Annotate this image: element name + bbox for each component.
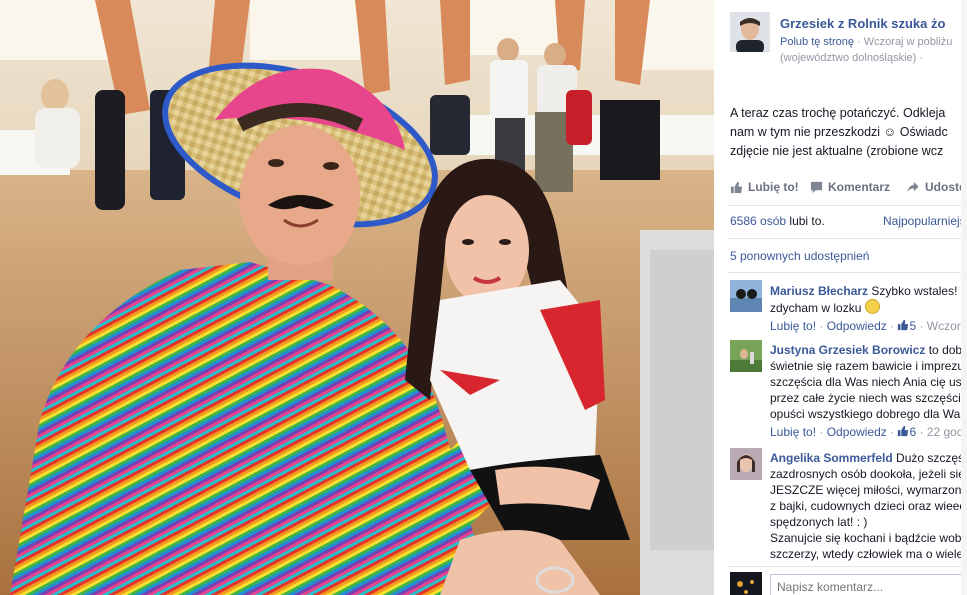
post-header: Grzesiek z Rolnik szuka żo Polub tę stro…: [730, 12, 967, 72]
comment-reply-link[interactable]: Odpowiedz: [827, 319, 887, 333]
comment-reply-link[interactable]: Odpowiedz: [827, 425, 887, 439]
comment-button-label: Komentarz: [828, 180, 891, 194]
commenter-avatar[interactable]: [730, 340, 762, 372]
comment-text: Dużo szczęś: [892, 451, 965, 465]
shares-link[interactable]: 5 ponownych udostępnień: [730, 249, 869, 263]
post-sidebar: Grzesiek z Rolnik szuka żo Polub tę stro…: [714, 0, 967, 595]
comment-text: JESZCZE więcej miłości, wymarzon: [770, 483, 962, 497]
likes-summary: 6586 osób lubi to. Najpopularniejs: [730, 214, 967, 228]
photo-illustration: [0, 0, 714, 595]
photo[interactable]: [0, 0, 714, 595]
comment-text: szczerzy, wtedy człowiek ma o wiele l: [770, 547, 967, 561]
comment-body: Mariusz Błecharz Szybko wstales! zdycham…: [770, 282, 967, 334]
photo-viewer: Grzesiek z Rolnik szuka żo Polub tę stro…: [0, 0, 967, 595]
comment-text: Szybko wstales!: [871, 284, 961, 298]
comment-text: przez całe życie niech was szczęście: [770, 391, 967, 405]
post-text: A teraz czas trochę potańczyć. Odkleja n…: [730, 104, 967, 161]
comment-actions: Lubię to! · Odpowiedz · 6 · 22 god: [770, 425, 964, 439]
comment-text: zazdrosnych osób dookoła, jeżeli się: [770, 467, 965, 481]
comment-button[interactable]: Komentarz: [810, 180, 890, 194]
speech-bubble-icon: [810, 181, 823, 193]
commenter-avatar[interactable]: [730, 280, 762, 312]
current-user-avatar: [730, 572, 762, 595]
avatar-image: [730, 448, 762, 480]
post-region: (województwo dolnośląskie) ·: [780, 52, 924, 64]
thumbs-up-icon: [898, 319, 909, 331]
divider: [728, 238, 967, 239]
like-button-label: Lubię to!: [748, 180, 799, 194]
post-text-line: nam w tym nie przeszkodzi ☺ Oświadc: [730, 125, 948, 139]
share-button-label: Udostę: [925, 180, 966, 194]
divider: [728, 566, 967, 567]
thumbs-up-icon: [730, 181, 743, 193]
comment-text: opuści wszystkiego dobrego dla Wa: [770, 407, 961, 421]
comment-time[interactable]: 22 god: [927, 425, 964, 439]
comment-composer: [728, 570, 967, 595]
post-time-location[interactable]: Wczoraj w pobliżu: [864, 36, 953, 48]
comment-input[interactable]: [770, 574, 967, 595]
comment-like-link[interactable]: Lubię to!: [770, 425, 816, 439]
divider: [728, 272, 967, 273]
page-name[interactable]: Grzesiek z Rolnik szuka żo: [780, 16, 945, 31]
like-button[interactable]: Lubię to!: [730, 180, 799, 194]
comment-body: Justyna Grzesiek Borowicz to dobrz świet…: [770, 342, 967, 440]
comment-text: szczęścia dla Was niech Ania cię us: [770, 375, 962, 389]
post-text-line: A teraz czas trochę potańczyć. Odkleja: [730, 106, 946, 120]
scrollbar[interactable]: [961, 0, 967, 595]
share-arrow-icon: [907, 181, 919, 192]
post-meta: Polub tę stronę · Wczoraj w pobliżu: [780, 36, 952, 48]
comment-actions: Lubię to! · Odpowiedz · 5 · Wczora: [770, 319, 967, 333]
post-actions: Lubię to! Komentarz Udostę: [730, 180, 967, 200]
avatar-image: [730, 340, 762, 372]
comment-text: świetnie się razem bawicie i imprezu: [770, 359, 965, 373]
comment-body: Angelika Sommerfeld Dużo szczęś zazdrosn…: [770, 450, 967, 562]
comment-text: spędzonych lat! : ): [770, 515, 868, 529]
post-text-line: zdjęcie nie jest aktualne (zrobione wcz: [730, 144, 944, 158]
sort-comments-link[interactable]: Najpopularniejs: [883, 214, 966, 228]
smiley-icon: [864, 299, 880, 314]
comment-author[interactable]: Mariusz Błecharz: [770, 284, 868, 298]
avatar-image: [730, 12, 770, 52]
comment-text: zdycham w lozku: [770, 301, 865, 315]
avatar-image: [730, 280, 762, 312]
comment-text: z bajki, cudownych dzieci oraz wieee: [770, 499, 967, 513]
comment-author[interactable]: Angelika Sommerfeld: [770, 451, 893, 465]
comment-like-link[interactable]: Lubię to!: [770, 319, 816, 333]
avatar-image: [730, 572, 762, 595]
comment-text: Szanujcie się kochani i bądźcie wob: [770, 531, 962, 545]
likes-count[interactable]: 6586 osób: [730, 214, 786, 228]
share-button[interactable]: Udostę: [906, 180, 966, 194]
page-avatar[interactable]: [730, 12, 770, 52]
meta-separator: ·: [854, 36, 864, 48]
comment-author[interactable]: Justyna Grzesiek Borowicz: [770, 343, 925, 357]
commenter-avatar[interactable]: [730, 448, 762, 480]
likes-suffix: lubi to.: [786, 214, 825, 228]
like-page-link[interactable]: Polub tę stronę: [780, 36, 854, 48]
divider: [728, 205, 967, 206]
thumbs-up-icon: [898, 425, 909, 437]
